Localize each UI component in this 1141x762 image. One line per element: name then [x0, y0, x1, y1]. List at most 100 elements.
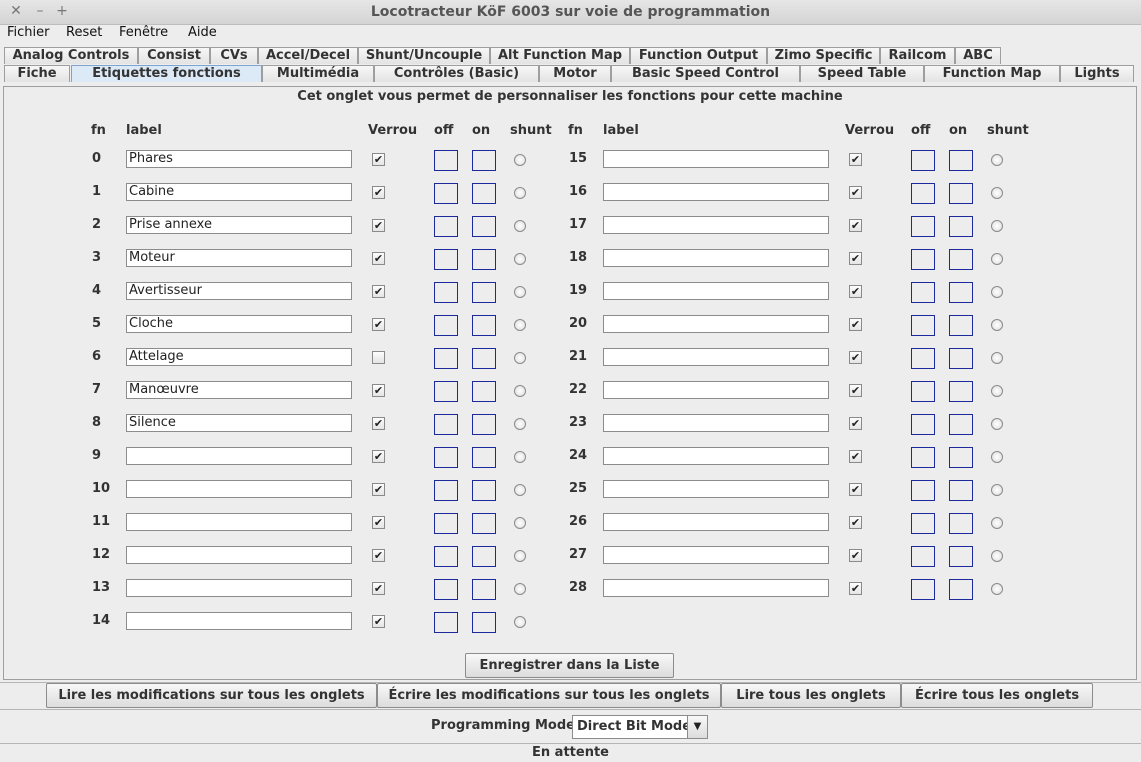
function-label-input[interactable]: Attelage [126, 348, 352, 366]
lock-checkbox[interactable]: ✔ [849, 384, 862, 397]
function-label-input[interactable] [126, 546, 352, 564]
shunt-radio[interactable] [514, 385, 526, 397]
function-on-icon-box[interactable] [949, 216, 973, 237]
tab-motor[interactable]: Motor [539, 65, 611, 82]
function-on-icon-box[interactable] [472, 249, 496, 270]
lock-checkbox[interactable]: ✔ [849, 285, 862, 298]
read-all-tabs-button[interactable]: Lire tous les onglets [721, 683, 901, 708]
function-on-icon-box[interactable] [472, 216, 496, 237]
shunt-radio[interactable] [514, 187, 526, 199]
shunt-radio[interactable] [991, 451, 1003, 463]
lock-checkbox[interactable]: ✔ [849, 582, 862, 595]
function-off-icon-box[interactable] [911, 315, 935, 336]
function-label-input[interactable] [603, 282, 829, 300]
lock-checkbox[interactable]: ✔ [372, 516, 385, 529]
shunt-radio[interactable] [991, 517, 1003, 529]
lock-checkbox[interactable]: ✔ [849, 417, 862, 430]
shunt-radio[interactable] [514, 319, 526, 331]
function-off-icon-box[interactable] [434, 249, 458, 270]
lock-checkbox[interactable]: ✔ [372, 417, 385, 430]
lock-checkbox[interactable]: ✔ [372, 483, 385, 496]
function-off-icon-box[interactable] [434, 348, 458, 369]
menu-reset[interactable]: Reset [66, 25, 102, 40]
shunt-radio[interactable] [991, 154, 1003, 166]
function-off-icon-box[interactable] [911, 216, 935, 237]
function-off-icon-box[interactable] [434, 150, 458, 171]
shunt-radio[interactable] [514, 154, 526, 166]
menu-fichier[interactable]: Fichier [7, 25, 50, 40]
function-label-input[interactable] [603, 513, 829, 531]
shunt-radio[interactable] [991, 484, 1003, 496]
lock-checkbox[interactable]: ✔ [372, 615, 385, 628]
lock-checkbox[interactable] [372, 351, 385, 364]
shunt-radio[interactable] [514, 583, 526, 595]
function-label-input[interactable] [603, 249, 829, 267]
function-label-input[interactable] [603, 546, 829, 564]
function-label-input[interactable] [603, 579, 829, 597]
function-on-icon-box[interactable] [949, 579, 973, 600]
function-off-icon-box[interactable] [434, 546, 458, 567]
tab-fiche[interactable]: Fiche [4, 65, 70, 82]
read-changes-all-tabs-button[interactable]: Lire les modifications sur tous les ongl… [46, 683, 377, 708]
function-on-icon-box[interactable] [949, 480, 973, 501]
function-off-icon-box[interactable] [911, 348, 935, 369]
function-on-icon-box[interactable] [472, 348, 496, 369]
function-off-icon-box[interactable] [434, 216, 458, 237]
function-off-icon-box[interactable] [434, 447, 458, 468]
function-on-icon-box[interactable] [949, 546, 973, 567]
lock-checkbox[interactable]: ✔ [372, 219, 385, 232]
tab-railcom[interactable]: Railcom [880, 47, 955, 64]
function-on-icon-box[interactable] [472, 150, 496, 171]
function-on-icon-box[interactable] [949, 183, 973, 204]
function-label-input[interactable]: Avertisseur [126, 282, 352, 300]
function-label-input[interactable] [603, 183, 829, 201]
function-on-icon-box[interactable] [472, 513, 496, 534]
lock-checkbox[interactable]: ✔ [849, 219, 862, 232]
lock-checkbox[interactable]: ✔ [849, 186, 862, 199]
chevron-down-icon[interactable]: ▼ [687, 716, 707, 738]
tab-etiquettes-fonctions[interactable]: Etiquettes fonctions [71, 65, 262, 82]
lock-checkbox[interactable]: ✔ [372, 186, 385, 199]
shunt-radio[interactable] [514, 253, 526, 265]
shunt-radio[interactable] [514, 286, 526, 298]
function-label-input[interactable] [603, 414, 829, 432]
shunt-radio[interactable] [514, 418, 526, 430]
shunt-radio[interactable] [514, 517, 526, 529]
function-on-icon-box[interactable] [472, 447, 496, 468]
tab-analog-controls[interactable]: Analog Controls [4, 47, 138, 64]
programming-mode-select[interactable]: Direct Bit Mode ▼ [572, 715, 708, 739]
function-off-icon-box[interactable] [434, 513, 458, 534]
tab-consist[interactable]: Consist [138, 47, 210, 64]
lock-checkbox[interactable]: ✔ [372, 384, 385, 397]
function-on-icon-box[interactable] [949, 381, 973, 402]
function-off-icon-box[interactable] [911, 381, 935, 402]
function-label-input[interactable] [126, 612, 352, 630]
function-on-icon-box[interactable] [949, 348, 973, 369]
write-all-tabs-button[interactable]: Écrire tous les onglets [901, 683, 1093, 708]
shunt-radio[interactable] [991, 220, 1003, 232]
function-on-icon-box[interactable] [472, 315, 496, 336]
lock-checkbox[interactable]: ✔ [372, 582, 385, 595]
lock-checkbox[interactable]: ✔ [849, 153, 862, 166]
function-off-icon-box[interactable] [434, 381, 458, 402]
function-off-icon-box[interactable] [911, 513, 935, 534]
shunt-radio[interactable] [991, 352, 1003, 364]
write-changes-all-tabs-button[interactable]: Écrire les modifications sur tous les on… [377, 683, 721, 708]
function-label-input[interactable] [603, 348, 829, 366]
function-on-icon-box[interactable] [472, 480, 496, 501]
function-label-input[interactable]: Phares [126, 150, 352, 168]
tab-multimedia[interactable]: Multimédia [262, 65, 374, 82]
function-off-icon-box[interactable] [911, 150, 935, 171]
function-off-icon-box[interactable] [911, 414, 935, 435]
function-off-icon-box[interactable] [434, 579, 458, 600]
function-on-icon-box[interactable] [949, 249, 973, 270]
function-label-input[interactable]: Manœuvre [126, 381, 352, 399]
function-off-icon-box[interactable] [911, 546, 935, 567]
tab-cvs[interactable]: CVs [210, 47, 258, 64]
function-off-icon-box[interactable] [434, 282, 458, 303]
function-on-icon-box[interactable] [472, 546, 496, 567]
lock-checkbox[interactable]: ✔ [372, 252, 385, 265]
shunt-radio[interactable] [514, 352, 526, 364]
lock-checkbox[interactable]: ✔ [372, 318, 385, 331]
shunt-radio[interactable] [514, 550, 526, 562]
